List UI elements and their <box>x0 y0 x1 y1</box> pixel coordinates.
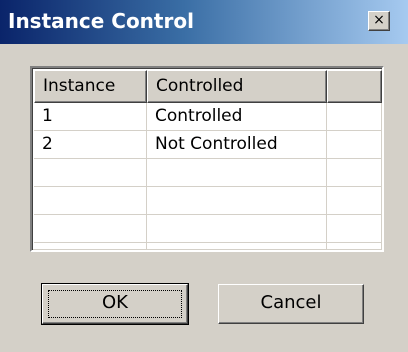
close-button[interactable]: × <box>368 11 390 31</box>
ok-button-label: OK <box>102 292 128 313</box>
ok-button[interactable]: OK <box>41 283 189 325</box>
cell-instance <box>34 215 147 243</box>
cell-controlled <box>147 215 327 243</box>
table-row[interactable] <box>34 215 382 243</box>
cell-extra <box>327 215 382 243</box>
cancel-button[interactable]: Cancel <box>218 284 364 324</box>
cell-controlled <box>147 243 327 250</box>
cell-instance <box>34 187 147 215</box>
cell-instance <box>34 159 147 187</box>
cell-extra <box>327 187 382 215</box>
instance-control-dialog: Instance Control × Instance Controlled 1… <box>0 0 408 352</box>
cell-instance: 2 <box>34 131 147 159</box>
close-icon: × <box>373 12 385 28</box>
table-row[interactable]: 1 Controlled <box>34 103 382 131</box>
window-title: Instance Control <box>8 9 194 33</box>
table-row[interactable]: 2 Not Controlled <box>34 131 382 159</box>
cell-extra <box>327 103 382 131</box>
table-row[interactable] <box>34 243 382 250</box>
cell-instance: 1 <box>34 103 147 131</box>
table-row[interactable] <box>34 187 382 215</box>
cell-extra <box>327 159 382 187</box>
cell-controlled: Not Controlled <box>147 131 327 159</box>
list-body: 1 Controlled 2 Not Controlled <box>34 103 382 250</box>
cell-controlled <box>147 187 327 215</box>
cell-controlled: Controlled <box>147 103 327 131</box>
column-header-empty[interactable] <box>327 70 382 103</box>
instance-list[interactable]: Instance Controlled 1 Controlled 2 Not C… <box>30 66 384 252</box>
table-row[interactable] <box>34 159 382 187</box>
title-bar[interactable]: Instance Control × <box>0 0 408 44</box>
column-header-instance[interactable]: Instance <box>34 70 147 103</box>
cell-extra <box>327 131 382 159</box>
cell-extra <box>327 243 382 250</box>
cancel-button-label: Cancel <box>260 292 322 313</box>
list-header: Instance Controlled <box>34 70 382 103</box>
cell-controlled <box>147 159 327 187</box>
column-header-controlled[interactable]: Controlled <box>147 70 327 103</box>
cell-instance <box>34 243 147 250</box>
